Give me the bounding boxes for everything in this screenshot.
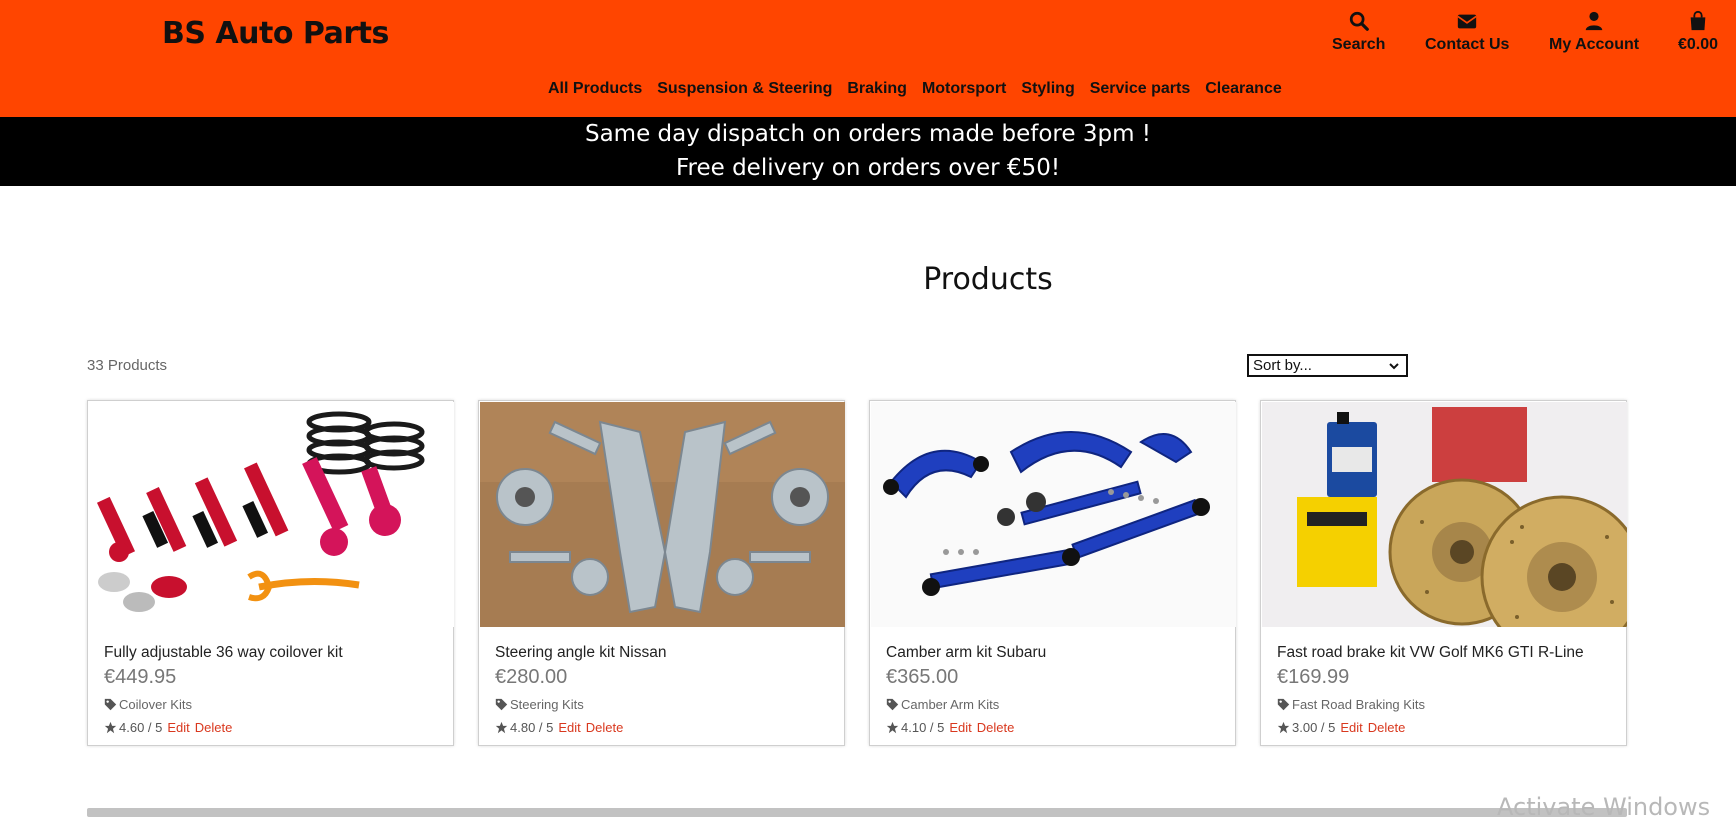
chevron-down-icon	[1389, 362, 1399, 369]
nav-clearance[interactable]: Clearance	[1205, 80, 1282, 98]
horizontal-scrollbar[interactable]	[87, 808, 1627, 817]
activation-watermark: Activate Windows	[1497, 793, 1711, 821]
product-category[interactable]: Coilover Kits	[104, 697, 192, 712]
product-image[interactable]	[480, 402, 845, 627]
my-account-label: My Account	[1549, 36, 1640, 53]
edit-link[interactable]: Edit	[1340, 720, 1362, 735]
product-category[interactable]: Fast Road Braking Kits	[1277, 697, 1425, 712]
contact-us-label: Contact Us	[1425, 36, 1510, 53]
product-card[interactable]: Steering angle kit Nissan €280.00 Steeri…	[478, 400, 845, 746]
nav-all-products[interactable]: All Products	[548, 80, 642, 98]
cart-button[interactable]: €0.00	[1678, 10, 1718, 54]
brand-logo[interactable]: BS Auto Parts	[162, 16, 389, 51]
envelope-icon	[1457, 14, 1477, 29]
product-rating: 4.60 / 5 Edit Delete	[104, 720, 232, 735]
product-name[interactable]: Steering angle kit Nissan	[495, 644, 666, 662]
product-name[interactable]: Camber arm kit Subaru	[886, 644, 1046, 662]
tag-icon	[495, 698, 508, 711]
shopping-bag-icon	[1690, 10, 1706, 31]
main-nav: All Products Suspension & Steering Braki…	[548, 80, 1282, 98]
page-title: Products	[923, 262, 1053, 297]
product-price: €169.99	[1277, 666, 1350, 688]
search-label: Search	[1332, 36, 1386, 53]
product-category-label: Camber Arm Kits	[901, 697, 1000, 712]
sort-select[interactable]: Sort by...	[1247, 354, 1408, 377]
search-button[interactable]: Search	[1332, 10, 1385, 54]
product-rating: 3.00 / 5 Edit Delete	[1277, 720, 1405, 735]
product-price: €365.00	[886, 666, 959, 688]
product-price: €449.95	[104, 666, 177, 688]
star-icon	[495, 721, 508, 734]
delete-link[interactable]: Delete	[195, 720, 233, 735]
site-header: BS Auto Parts Search Contact Us My Accou…	[0, 0, 1736, 117]
product-name[interactable]: Fast road brake kit VW Golf MK6 GTI R-Li…	[1277, 644, 1584, 662]
product-image[interactable]	[89, 402, 454, 627]
product-price: €280.00	[495, 666, 568, 688]
product-name[interactable]: Fully adjustable 36 way coilover kit	[104, 644, 343, 662]
edit-link[interactable]: Edit	[167, 720, 189, 735]
my-account-button[interactable]: My Account	[1549, 10, 1639, 54]
product-rating-value: 4.10 / 5	[901, 720, 945, 735]
delete-link[interactable]: Delete	[586, 720, 624, 735]
product-category-label: Steering Kits	[510, 697, 584, 712]
search-icon	[1349, 11, 1369, 31]
product-rating-value: 4.60 / 5	[119, 720, 163, 735]
product-category[interactable]: Steering Kits	[495, 697, 584, 712]
product-card[interactable]: Camber arm kit Subaru €365.00 Camber Arm…	[869, 400, 1236, 746]
nav-suspension-steering[interactable]: Suspension & Steering	[657, 80, 832, 98]
edit-link[interactable]: Edit	[558, 720, 580, 735]
product-category[interactable]: Camber Arm Kits	[886, 697, 999, 712]
nav-styling[interactable]: Styling	[1021, 80, 1074, 98]
product-count: 33 Products	[87, 357, 168, 374]
nav-service-parts[interactable]: Service parts	[1090, 80, 1191, 98]
product-rating: 4.10 / 5 Edit Delete	[886, 720, 1014, 735]
nav-braking[interactable]: Braking	[847, 80, 907, 98]
cart-total: €0.00	[1678, 36, 1719, 53]
promo-line-delivery: Free delivery on orders over €50!	[675, 155, 1061, 181]
product-image[interactable]	[1262, 402, 1627, 627]
delete-link[interactable]: Delete	[1368, 720, 1406, 735]
delete-link[interactable]: Delete	[977, 720, 1015, 735]
tag-icon	[886, 698, 899, 711]
product-rating: 4.80 / 5 Edit Delete	[495, 720, 623, 735]
nav-motorsport[interactable]: Motorsport	[922, 80, 1006, 98]
promo-banner: Same day dispatch on orders made before …	[0, 117, 1736, 186]
product-rating-value: 3.00 / 5	[1292, 720, 1336, 735]
star-icon	[886, 721, 899, 734]
product-category-label: Fast Road Braking Kits	[1292, 697, 1425, 712]
product-image[interactable]	[871, 402, 1236, 627]
tag-icon	[1277, 698, 1290, 711]
page-title-wrap: Products	[0, 262, 1736, 297]
promo-line-dispatch: Same day dispatch on orders made before …	[584, 121, 1152, 147]
contact-us-button[interactable]: Contact Us	[1425, 10, 1509, 54]
star-icon	[104, 721, 117, 734]
star-icon	[1277, 721, 1290, 734]
user-icon	[1585, 11, 1603, 31]
product-rating-value: 4.80 / 5	[510, 720, 554, 735]
product-card[interactable]: Fast road brake kit VW Golf MK6 GTI R-Li…	[1260, 400, 1627, 746]
sort-selected-value: Sort by...	[1253, 357, 1312, 374]
product-category-label: Coilover Kits	[119, 697, 192, 712]
edit-link[interactable]: Edit	[949, 720, 971, 735]
product-card[interactable]: Fully adjustable 36 way coilover kit €44…	[87, 400, 454, 746]
tag-icon	[104, 698, 117, 711]
